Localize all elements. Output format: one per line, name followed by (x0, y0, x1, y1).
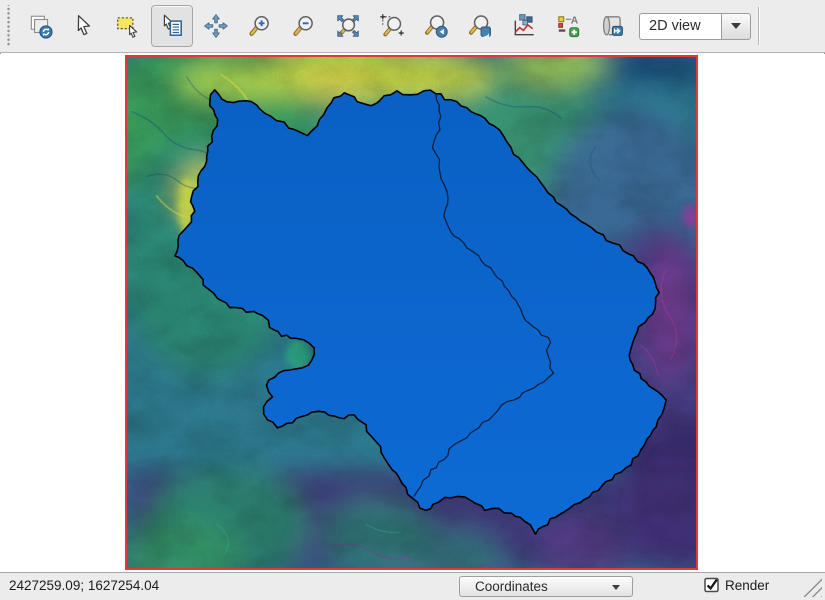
pan-button[interactable] (195, 5, 237, 47)
zoom-rectangle-icon (379, 13, 405, 39)
duplicate-view-button[interactable] (19, 5, 61, 47)
map-canvas[interactable] (0, 54, 825, 572)
chevron-down-icon (731, 23, 741, 29)
zoom-in-button[interactable] (239, 5, 281, 47)
chevron-down-icon (612, 585, 620, 590)
zoom-full-extent-button[interactable] (327, 5, 369, 47)
zoom-selection-button[interactable] (459, 5, 501, 47)
zoom-out-button[interactable] (283, 5, 325, 47)
zoom-previous-button[interactable] (415, 5, 457, 47)
zoom-selection-icon (467, 13, 493, 39)
zoom-rectangle-button[interactable] (371, 5, 413, 47)
pointer-button[interactable] (63, 5, 105, 47)
zoom-in-icon (247, 13, 273, 39)
export-view-icon (599, 13, 625, 39)
dem-raster-image (127, 57, 696, 568)
view-mode-combobox: 2D view (639, 13, 751, 40)
statusbar-display-value: Coordinates (475, 579, 548, 594)
coordinates-readout: 2427259.09; 1627254.04 (9, 578, 159, 593)
zoom-out-icon (291, 13, 317, 39)
identify-button[interactable] (151, 5, 193, 47)
toolbar-separator (758, 7, 760, 45)
zoom-full-extent-icon (335, 13, 361, 39)
zoom-previous-icon (423, 13, 449, 39)
statusbar-display-combobox[interactable]: Coordinates (459, 576, 633, 597)
legend-classify-icon: A (555, 13, 581, 39)
legend-letter-glyph: A (571, 15, 579, 26)
pointer-icon (71, 13, 97, 39)
view-mode-value[interactable]: 2D view (639, 13, 721, 40)
window-resize-grip[interactable] (802, 577, 822, 597)
histogram-button[interactable] (503, 5, 545, 47)
map-toolbar: A 2D view (0, 0, 825, 53)
select-rectangle-button[interactable] (107, 5, 149, 47)
render-checkbox[interactable]: Render (704, 577, 769, 593)
legend-classify-button[interactable]: A (547, 5, 589, 47)
histogram-icon (511, 13, 537, 39)
view-mode-dropdown-button[interactable] (721, 13, 751, 40)
toolbar-drag-handle[interactable] (6, 5, 12, 47)
statusbar: 2427259.09; 1627254.04 Coordinates Rende… (0, 572, 825, 600)
render-checkbox-label: Render (725, 578, 769, 593)
map-view-window: A 2D view (0, 0, 825, 600)
identify-icon (159, 13, 185, 39)
duplicate-view-icon (27, 13, 53, 39)
map-raster[interactable] (125, 55, 698, 570)
export-view-button[interactable] (591, 5, 633, 47)
select-rectangle-icon (115, 13, 141, 39)
pan-icon (203, 13, 229, 39)
checkbox-checked-icon (704, 577, 720, 593)
